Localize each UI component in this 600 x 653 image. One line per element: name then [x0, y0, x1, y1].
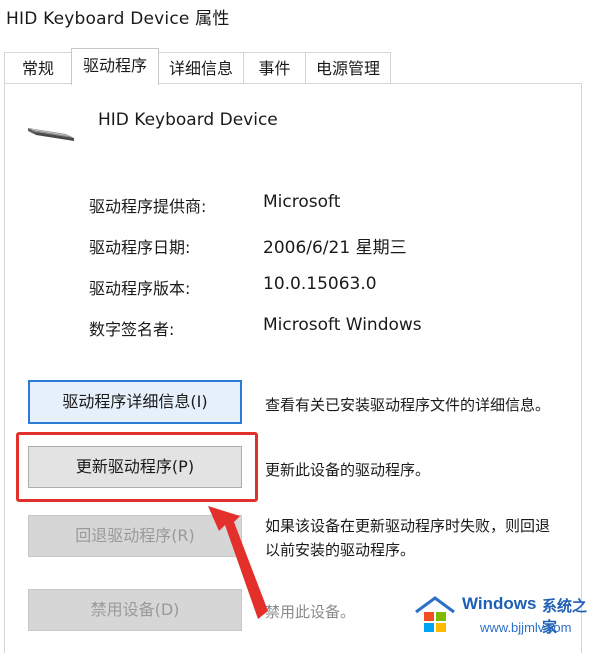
driver-provider-label: 驱动程序提供商:	[89, 197, 207, 216]
keyboard-icon	[28, 128, 74, 141]
driver-details-description: 查看有关已安装驱动程序文件的详细信息。	[265, 396, 551, 414]
tab-bar: 常规 驱动程序 详细信息 事件 电源管理	[4, 48, 584, 85]
tab-power-management[interactable]: 电源管理	[305, 52, 391, 83]
digital-signer-label: 数字签名者:	[89, 320, 175, 339]
watermark-brand: Windows	[462, 594, 537, 613]
window-title: HID Keyboard Device 属性	[6, 9, 230, 29]
roll-back-description-line2: 以前安装的驱动程序。	[265, 541, 416, 559]
device-name: HID Keyboard Device	[98, 110, 278, 130]
update-driver-description: 更新此设备的驱动程序。	[265, 461, 431, 479]
disable-device-button[interactable]: 禁用设备(D)	[28, 589, 242, 631]
windows-logo-icon	[415, 596, 455, 632]
tab-general[interactable]: 常规	[4, 52, 72, 83]
driver-tab-panel	[4, 83, 582, 653]
disable-device-description: 禁用此设备。	[265, 603, 356, 621]
highlight-box	[16, 432, 258, 502]
roll-back-description-line1: 如果该设备在更新驱动程序时失败，则回退	[265, 517, 551, 535]
tab-details[interactable]: 详细信息	[158, 52, 244, 83]
driver-version-value: 10.0.15063.0	[263, 274, 377, 294]
watermark-url: www.bjjmlv.com	[480, 620, 572, 635]
driver-version-label: 驱动程序版本:	[89, 279, 191, 298]
driver-details-button[interactable]: 驱动程序详细信息(I)	[28, 380, 242, 424]
roll-back-driver-button[interactable]: 回退驱动程序(R)	[28, 515, 242, 557]
tab-driver[interactable]: 驱动程序	[71, 48, 159, 85]
driver-date-value: 2006/6/21 星期三	[263, 238, 407, 258]
driver-provider-value: Microsoft	[263, 192, 341, 212]
driver-date-label: 驱动程序日期:	[89, 238, 191, 257]
tab-events[interactable]: 事件	[243, 52, 306, 83]
watermark: Windows 系统之家 www.bjjmlv.com	[412, 592, 600, 641]
digital-signer-value: Microsoft Windows	[263, 315, 422, 335]
